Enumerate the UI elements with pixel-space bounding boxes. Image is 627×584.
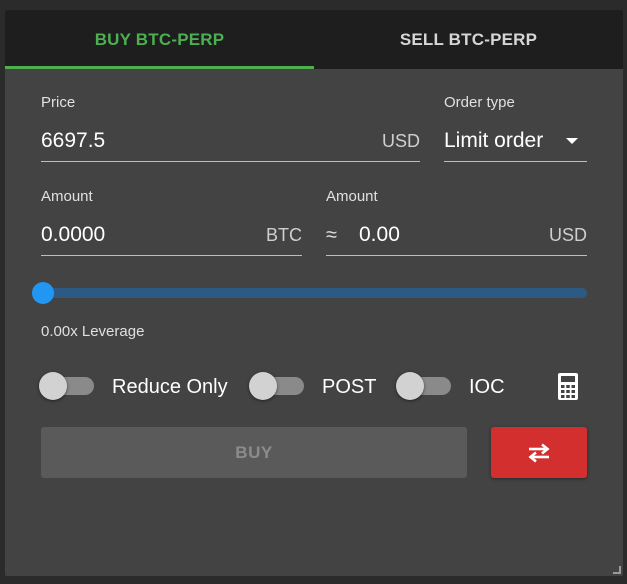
tab-buy[interactable]: BUY BTC-PERP bbox=[5, 10, 314, 69]
price-value: 6697.5 bbox=[41, 129, 106, 152]
swap-button[interactable] bbox=[491, 427, 587, 478]
amount-btc-unit: BTC bbox=[266, 225, 302, 245]
post-toggle-knob[interactable] bbox=[249, 372, 277, 400]
reduce-only-label: Reduce Only bbox=[112, 376, 228, 398]
ioc-label: IOC bbox=[469, 376, 505, 398]
resize-handle[interactable] bbox=[613, 566, 621, 574]
reduce-only-toggle-knob[interactable] bbox=[39, 372, 67, 400]
amount-btc-input[interactable]: 0.0000 BTC bbox=[41, 216, 302, 256]
price-input[interactable]: 6697.5 USD bbox=[41, 122, 420, 162]
side-tabs: BUY BTC-PERP SELL BTC-PERP bbox=[5, 10, 623, 69]
leverage-slider-track[interactable] bbox=[41, 288, 587, 298]
swap-arrows-icon bbox=[528, 442, 550, 463]
amount-usd-value: 0.00 bbox=[359, 223, 400, 246]
price-label: Price bbox=[41, 94, 76, 111]
post-label: POST bbox=[322, 376, 377, 398]
price-unit: USD bbox=[381, 131, 420, 151]
order-type-value: Limit order bbox=[444, 129, 544, 152]
buy-button[interactable]: BUY bbox=[41, 427, 467, 478]
leverage-text: 0.00x Leverage bbox=[41, 323, 145, 340]
amount-usd-input[interactable]: ≈ 0.00 USD bbox=[326, 216, 587, 256]
order-type-select[interactable]: Limit order bbox=[444, 122, 587, 162]
amount-btc-label: Amount bbox=[41, 188, 93, 205]
tab-sell[interactable]: SELL BTC-PERP bbox=[314, 10, 623, 69]
order-panel: BUY BTC-PERP SELL BTC-PERP Price 6697.5 … bbox=[5, 10, 623, 576]
approx-icon: ≈ bbox=[326, 224, 337, 246]
active-tab-indicator bbox=[5, 66, 314, 69]
amount-usd-unit: USD bbox=[548, 225, 587, 245]
chevron-down-icon bbox=[566, 138, 578, 144]
amount-usd-label: Amount bbox=[326, 188, 378, 205]
order-type-label: Order type bbox=[444, 94, 515, 111]
calculator-icon[interactable] bbox=[556, 372, 582, 402]
ioc-toggle-knob[interactable] bbox=[396, 372, 424, 400]
leverage-slider-thumb[interactable] bbox=[32, 282, 54, 304]
amount-btc-value: 0.0000 bbox=[41, 223, 106, 246]
